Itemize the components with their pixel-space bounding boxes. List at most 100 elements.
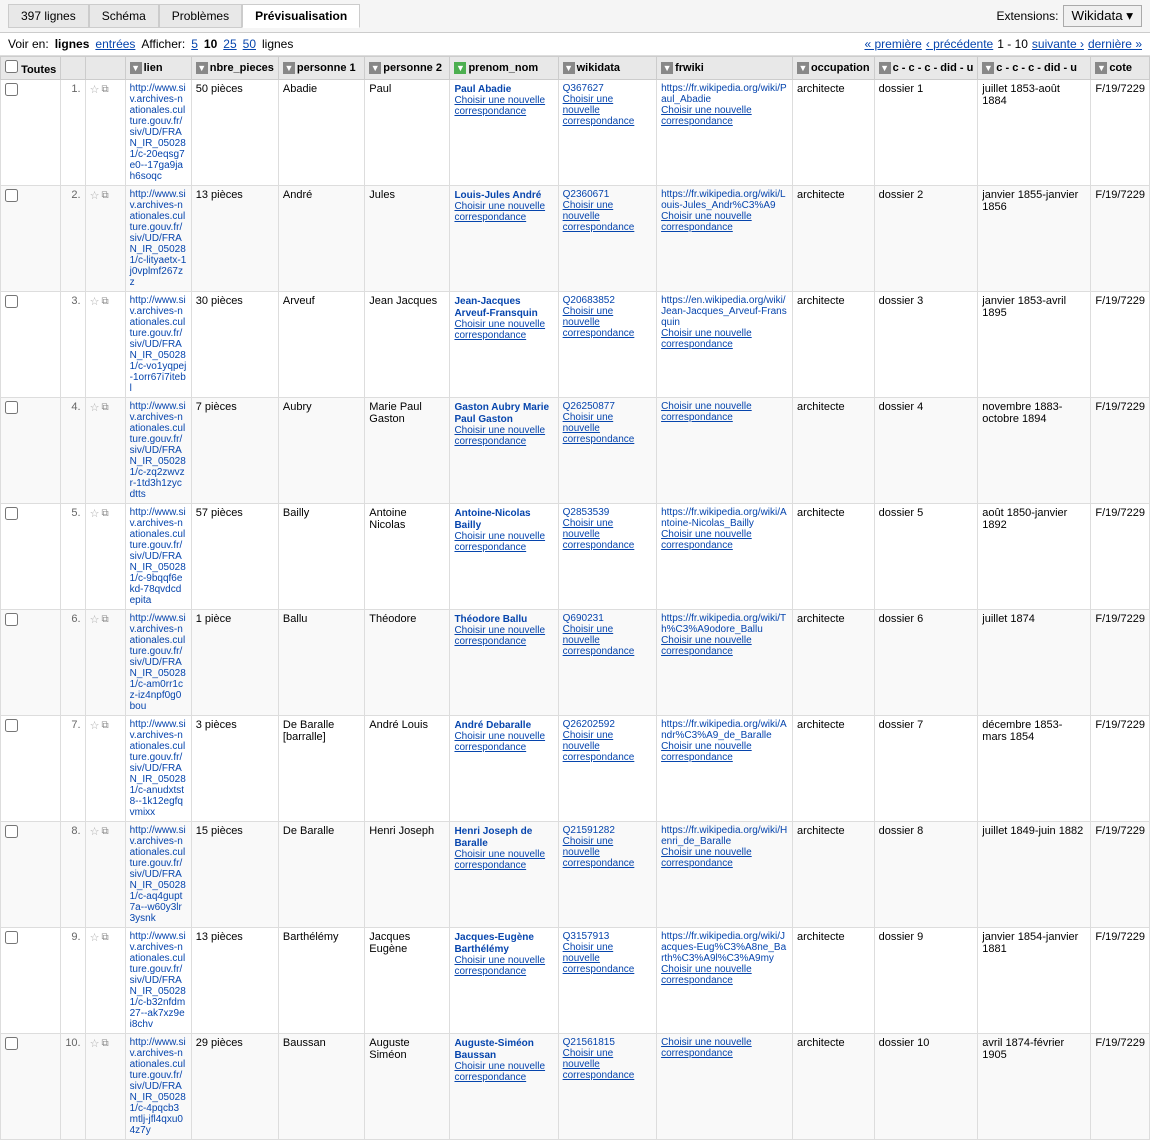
copy-icon[interactable]: ⧉ (101, 1038, 108, 1049)
copy-icon[interactable]: ⧉ (101, 402, 108, 413)
wikidata-link[interactable]: Q2853539 (563, 507, 610, 518)
wikidata-link[interactable]: Q20683852 (563, 295, 615, 306)
wikidata-new-corr[interactable]: Choisir une nouvelle correspondance (563, 730, 652, 763)
filter-col13-icon[interactable]: ▼ (982, 62, 994, 74)
filter-prenom-icon[interactable]: ▼ (454, 62, 466, 74)
frwiki-link[interactable]: https://fr.wikipedia.org/wiki/Jacques-Eu… (661, 931, 786, 964)
row-checkbox[interactable] (5, 189, 18, 202)
new-corr[interactable]: Choisir une nouvelle correspondance (454, 955, 553, 977)
prenom-link[interactable]: André Debaralle (454, 720, 531, 731)
filter-frwiki-icon[interactable]: ▼ (661, 62, 673, 74)
row-checkbox[interactable] (5, 931, 18, 944)
new-corr[interactable]: Choisir une nouvelle correspondance (454, 531, 553, 553)
star-icon[interactable]: ☆ (90, 719, 100, 732)
wikidata-link[interactable]: Q21591282 (563, 825, 615, 836)
prenom-link[interactable]: Louis-Jules André (454, 190, 541, 201)
frwiki-new-corr[interactable]: Choisir une nouvelle correspondance (661, 401, 788, 423)
copy-icon[interactable]: ⧉ (101, 614, 108, 625)
prenom-link[interactable]: Henri Joseph de Baralle (454, 826, 532, 849)
new-corr[interactable]: Choisir une nouvelle correspondance (454, 1061, 553, 1083)
star-icon[interactable]: ☆ (90, 507, 100, 520)
wikidata-new-corr[interactable]: Choisir une nouvelle correspondance (563, 1048, 652, 1081)
prenom-link[interactable]: Théodore Ballu (454, 614, 527, 625)
count-25[interactable]: 25 (223, 37, 236, 51)
row-checkbox[interactable] (5, 719, 18, 732)
copy-icon[interactable]: ⧉ (101, 190, 108, 201)
new-corr[interactable]: Choisir une nouvelle correspondance (454, 95, 553, 117)
count-50[interactable]: 50 (243, 37, 256, 51)
tab-problemes[interactable]: Problèmes (159, 4, 242, 28)
frwiki-new-corr[interactable]: Choisir une nouvelle correspondance (661, 635, 788, 657)
extensions-button[interactable]: Wikidata ▾ (1063, 5, 1143, 27)
tab-lignes[interactable]: 397 lignes (8, 4, 89, 28)
copy-icon[interactable]: ⧉ (101, 296, 108, 307)
copy-icon[interactable]: ⧉ (101, 932, 108, 943)
frwiki-link[interactable]: https://en.wikipedia.org/wiki/Jean-Jacqu… (661, 295, 787, 328)
frwiki-new-corr[interactable]: Choisir une nouvelle correspondance (661, 105, 788, 127)
row-checkbox[interactable] (5, 1037, 18, 1050)
lien-link[interactable]: http://www.siv.archives-nationales.cultu… (130, 1037, 187, 1136)
prenom-link[interactable]: Jean-Jacques Arveuf-Fransquin (454, 296, 537, 319)
frwiki-new-corr[interactable]: Choisir une nouvelle correspondance (661, 328, 788, 350)
prenom-link[interactable]: Paul Abadie (454, 84, 511, 95)
wikidata-new-corr[interactable]: Choisir une nouvelle correspondance (563, 518, 652, 551)
star-icon[interactable]: ☆ (90, 189, 100, 202)
star-icon[interactable]: ☆ (90, 401, 100, 414)
tab-schema[interactable]: Schéma (89, 4, 159, 28)
view-lignes[interactable]: lignes (55, 37, 90, 51)
lien-link[interactable]: http://www.siv.archives-nationales.cultu… (130, 401, 187, 500)
wikidata-link[interactable]: Q690231 (563, 613, 604, 624)
copy-icon[interactable]: ⧉ (101, 720, 108, 731)
frwiki-link[interactable]: https://fr.wikipedia.org/wiki/Louis-Jule… (661, 189, 786, 211)
wikidata-new-corr[interactable]: Choisir une nouvelle correspondance (563, 94, 652, 127)
copy-icon[interactable]: ⧉ (101, 84, 108, 95)
count-5[interactable]: 5 (191, 37, 198, 51)
row-checkbox[interactable] (5, 83, 18, 96)
star-icon[interactable]: ☆ (90, 613, 100, 626)
filter-p1-icon[interactable]: ▼ (283, 62, 295, 74)
count-10[interactable]: 10 (204, 37, 217, 51)
lien-link[interactable]: http://www.siv.archives-nationales.cultu… (130, 295, 187, 394)
wikidata-new-corr[interactable]: Choisir une nouvelle correspondance (563, 624, 652, 657)
filter-occ-icon[interactable]: ▼ (797, 62, 809, 74)
filter-p2-icon[interactable]: ▼ (369, 62, 381, 74)
wikidata-new-corr[interactable]: Choisir une nouvelle correspondance (563, 942, 652, 975)
star-icon[interactable]: ☆ (90, 83, 100, 96)
star-icon[interactable]: ☆ (90, 825, 100, 838)
frwiki-new-corr[interactable]: Choisir une nouvelle correspondance (661, 847, 788, 869)
new-corr[interactable]: Choisir une nouvelle correspondance (454, 849, 553, 871)
wikidata-link[interactable]: Q367627 (563, 83, 604, 94)
frwiki-new-corr[interactable]: Choisir une nouvelle correspondance (661, 529, 788, 551)
frwiki-new-corr[interactable]: Choisir une nouvelle correspondance (661, 211, 788, 233)
wikidata-link[interactable]: Q26202592 (563, 719, 615, 730)
new-corr[interactable]: Choisir une nouvelle correspondance (454, 731, 553, 753)
wikidata-new-corr[interactable]: Choisir une nouvelle correspondance (563, 306, 652, 339)
filter-nbre-icon[interactable]: ▼ (196, 62, 208, 74)
tab-previsualisation[interactable]: Prévisualisation (242, 4, 360, 28)
new-corr[interactable]: Choisir une nouvelle correspondance (454, 319, 553, 341)
prenom-link[interactable]: Gaston Aubry Marie Paul Gaston (454, 402, 549, 425)
lien-link[interactable]: http://www.siv.archives-nationales.cultu… (130, 189, 187, 288)
frwiki-new-corr[interactable]: Choisir une nouvelle correspondance (661, 741, 788, 763)
wikidata-link[interactable]: Q21561815 (563, 1037, 615, 1048)
lien-link[interactable]: http://www.siv.archives-nationales.cultu… (130, 507, 187, 606)
filter-cote-icon[interactable]: ▼ (1095, 62, 1107, 74)
row-checkbox[interactable] (5, 825, 18, 838)
new-corr[interactable]: Choisir une nouvelle correspondance (454, 625, 553, 647)
lien-link[interactable]: http://www.siv.archives-nationales.cultu… (130, 83, 187, 182)
frwiki-new-corr[interactable]: Choisir une nouvelle correspondance (661, 964, 788, 986)
select-all-checkbox[interactable] (5, 60, 18, 73)
pagination-last[interactable]: dernière » (1088, 37, 1142, 51)
copy-icon[interactable]: ⧉ (101, 508, 108, 519)
copy-icon[interactable]: ⧉ (101, 826, 108, 837)
lien-link[interactable]: http://www.siv.archives-nationales.cultu… (130, 719, 187, 818)
prenom-link[interactable]: Jacques-Eugène Barthélémy (454, 932, 533, 955)
frwiki-link[interactable]: https://fr.wikipedia.org/wiki/Henri_de_B… (661, 825, 787, 847)
wikidata-new-corr[interactable]: Choisir une nouvelle correspondance (563, 412, 652, 445)
row-checkbox[interactable] (5, 613, 18, 626)
frwiki-link[interactable]: https://fr.wikipedia.org/wiki/Paul_Abadi… (661, 83, 787, 105)
filter-lien-icon[interactable]: ▼ (130, 62, 142, 74)
pagination-prev[interactable]: ‹ précédente (926, 37, 993, 51)
prenom-link[interactable]: Auguste-Siméon Baussan (454, 1038, 533, 1061)
row-checkbox[interactable] (5, 507, 18, 520)
